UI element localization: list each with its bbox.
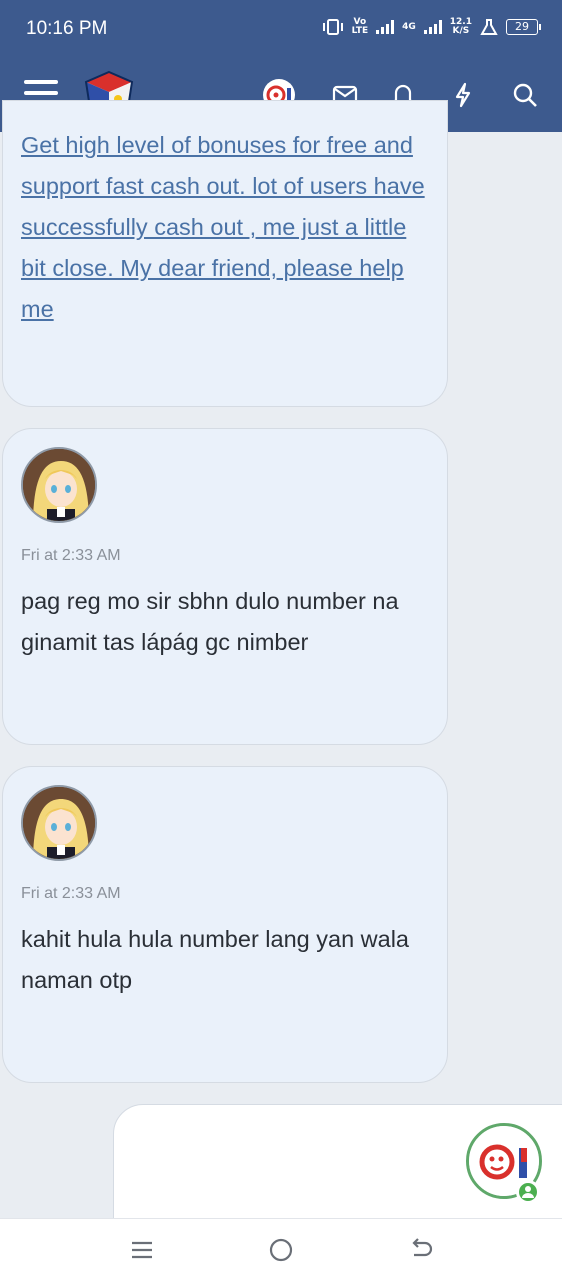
message-bubble: Get high level of bonuses for free and s… (2, 100, 448, 407)
home-icon[interactable] (266, 1235, 296, 1265)
lightning-icon[interactable] (446, 78, 480, 112)
network-4g-label: 4G (402, 21, 416, 32)
recents-icon[interactable] (127, 1235, 157, 1265)
back-icon[interactable] (406, 1235, 436, 1265)
avatar[interactable] (21, 785, 97, 861)
system-nav-bar (0, 1218, 562, 1280)
message-time: Fri at 2:33 AM (21, 885, 121, 902)
vibrate-icon (322, 19, 343, 35)
network-speed: 12.1 K/S (449, 17, 472, 36)
signal-icon-2 (423, 20, 442, 34)
message-text: pag reg mo sir sbhn dulo number na ginam… (21, 588, 399, 655)
message-time: Fri at 2:33 AM (21, 547, 121, 564)
flask-icon (480, 19, 498, 35)
battery-icon: 29 (506, 19, 541, 35)
signal-icon (376, 20, 395, 34)
status-time: 10:16 PM (26, 18, 108, 39)
status-icons: Vo LTE 4G 12.1 K/S 29 (322, 17, 541, 36)
online-status-badge (516, 1180, 540, 1204)
avatar[interactable] (21, 447, 97, 523)
message-bubble: Fri at 2:33 AM pag reg mo sir sbhn dulo … (2, 428, 448, 745)
message-link[interactable]: Get high level of bonuses for free and s… (21, 125, 431, 330)
volte-indicator: Vo LTE (351, 17, 369, 36)
message-bubble: Fri at 2:33 AM kahit hula hula number la… (2, 766, 448, 1083)
status-bar: 10:16 PM Vo LTE 4G 12.1 K/S 29 (0, 0, 562, 58)
message-text: kahit hula hula number lang yan wala nam… (21, 926, 410, 993)
search-icon[interactable] (508, 78, 542, 112)
